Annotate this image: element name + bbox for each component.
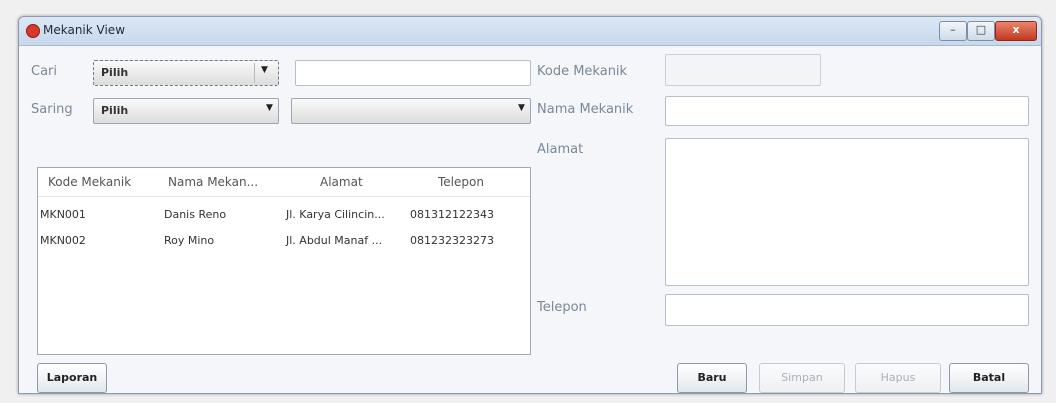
batal-button[interactable]: Batal <box>949 363 1029 393</box>
laporan-button[interactable]: Laporan <box>37 363 107 393</box>
table-row[interactable]: MKN002 Roy Mino Jl. Abdul Manaf ... 0812… <box>38 230 530 252</box>
cell-kode: MKN002 <box>40 234 86 247</box>
column-header-telepon[interactable]: Telepon <box>438 175 484 189</box>
minimize-button[interactable]: – <box>939 21 967 41</box>
alamat-field[interactable] <box>665 138 1029 286</box>
search-input[interactable] <box>295 60 531 86</box>
chevron-down-icon: ▼ <box>266 103 273 113</box>
hapus-button[interactable]: Hapus <box>855 363 941 393</box>
telepon-label: Telepon <box>537 300 587 315</box>
cell-telepon: 081232323273 <box>410 234 494 247</box>
telepon-field[interactable] <box>665 294 1029 326</box>
app-icon <box>26 24 40 38</box>
close-button[interactable]: x <box>995 21 1037 41</box>
mekanik-view-window: Mekanik View – □ x Cari Pilih ▼ Saring P… <box>18 16 1042 394</box>
cell-nama: Danis Reno <box>164 208 227 221</box>
column-header-alamat[interactable]: Alamat <box>320 175 363 189</box>
filter-label: Saring <box>31 102 73 117</box>
column-header-kode[interactable]: Kode Mekanik <box>48 175 131 189</box>
cell-kode: MKN001 <box>40 208 86 221</box>
filter-field-combo-value: Pilih <box>101 104 129 117</box>
cell-nama: Roy Mino <box>164 234 215 247</box>
chevron-down-icon: ▼ <box>518 103 525 113</box>
mekanik-table[interactable]: Kode Mekanik Nama Mekan... Alamat Telepo… <box>37 167 531 355</box>
baru-button[interactable]: Baru <box>677 363 747 393</box>
simpan-button[interactable]: Simpan <box>759 363 845 393</box>
nama-mekanik-field[interactable] <box>665 96 1029 126</box>
search-field-combo[interactable]: Pilih ▼ <box>93 60 279 86</box>
nama-mekanik-label: Nama Mekanik <box>537 102 634 117</box>
window-client-area: Cari Pilih ▼ Saring Pilih ▼ ▼ Kode Mekan… <box>19 46 1041 393</box>
cell-alamat: Jl. Karya Cilincin... <box>286 208 385 221</box>
window-title: Mekanik View <box>43 23 126 37</box>
cell-alamat: Jl. Abdul Manaf ... <box>286 234 383 247</box>
table-row[interactable]: MKN001 Danis Reno Jl. Karya Cilincin... … <box>38 204 530 226</box>
title-bar[interactable]: Mekanik View – □ x <box>19 17 1041 46</box>
kode-mekanik-field[interactable] <box>665 54 821 86</box>
maximize-button[interactable]: □ <box>967 21 995 41</box>
table-header: Kode Mekanik Nama Mekan... Alamat Telepo… <box>38 168 530 197</box>
filter-field-combo[interactable]: Pilih ▼ <box>93 98 279 124</box>
search-label: Cari <box>31 64 57 79</box>
alamat-label: Alamat <box>537 142 584 157</box>
chevron-down-icon: ▼ <box>261 65 268 75</box>
search-field-combo-value: Pilih <box>101 66 129 79</box>
cell-telepon: 081312122343 <box>410 208 494 221</box>
column-header-nama[interactable]: Nama Mekan... <box>168 175 258 189</box>
kode-mekanik-label: Kode Mekanik <box>537 64 628 79</box>
filter-value-combo[interactable]: ▼ <box>291 98 531 124</box>
